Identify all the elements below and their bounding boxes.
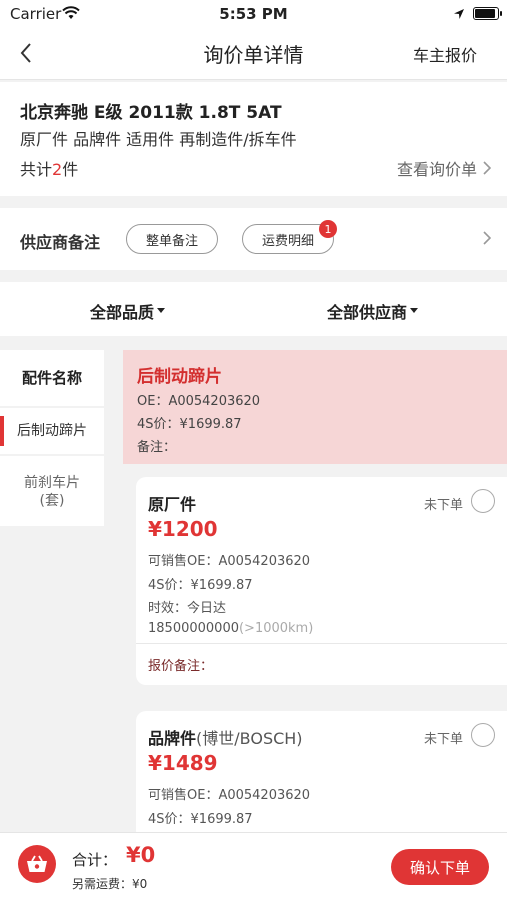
part-4s-price: 4S价：¥1699.87 — [137, 417, 242, 432]
total-label: 合计： — [72, 851, 118, 869]
chevron-right-icon — [483, 230, 492, 249]
part-note: 备注： — [137, 440, 177, 455]
supplier-filter-label: 全部供应商 — [327, 303, 408, 322]
supplier-filter[interactable]: 全部供应商 — [327, 299, 419, 323]
supplier-remarks-row[interactable]: 供应商备注 整单备注 运费明细 — [0, 208, 507, 270]
offer-oe: 可销售OE：A0054203620 — [148, 788, 311, 803]
offer-select-radio[interactable] — [471, 723, 495, 747]
offer-price: ¥1200 — [148, 517, 218, 541]
total-suffix: 件 — [62, 160, 79, 179]
part-oe: OE：A0054203620 — [137, 394, 261, 409]
quality-filter[interactable]: 全部品质 — [90, 299, 166, 323]
sidebar-header: 配件名称 — [0, 350, 104, 406]
offer-distance: (>1000km) — [238, 621, 314, 636]
offer-timing: 时效：今日达 — [148, 601, 227, 616]
total-value: ¥0 — [126, 843, 156, 867]
offer-card[interactable]: 原厂件 未下单 ¥1200 可销售OE：A0054203620 4S价：¥169… — [136, 477, 507, 685]
filter-row: 全部品质 全部供应商 — [0, 282, 507, 336]
part-types: 原厂件 品牌件 适用件 再制造件/拆车件 — [20, 130, 297, 149]
divider — [136, 643, 507, 644]
offer-4s-price: 4S价：¥1699.87 — [148, 578, 253, 593]
part-header: 后制动蹄片 OE：A0054203620 4S价：¥1699.87 备注： — [123, 350, 507, 464]
parts-sidebar: 配件名称 后制动蹄片 前刹车片 (套) — [0, 350, 104, 528]
offer-oe: 可销售OE：A0054203620 — [148, 554, 311, 569]
quality-filter-label: 全部品质 — [90, 303, 155, 322]
sidebar-item-label: 后制动蹄片 — [17, 423, 87, 439]
offer-phone: 18500000000(>1000km) — [148, 621, 314, 636]
offer-select-radio[interactable] — [471, 489, 495, 513]
caret-down-icon — [410, 308, 419, 313]
clock: 5:53 PM — [219, 5, 288, 23]
offer-title: 品牌件(博世/BOSCH) — [148, 729, 303, 748]
offer-title: 原厂件 — [148, 495, 197, 514]
chevron-left-icon — [20, 43, 31, 63]
view-inquiry-link[interactable]: 查看询价单 — [397, 156, 491, 180]
order-note-button[interactable]: 整单备注 — [126, 224, 218, 254]
part-name: 后制动蹄片 — [137, 367, 222, 387]
car-model: 北京奔驰 E级 2011款 1.8T 5AT — [20, 103, 282, 123]
parts-total: 共计2件 — [20, 156, 78, 180]
sidebar-item-rear-brake-shoe[interactable]: 后制动蹄片 — [0, 408, 104, 454]
basket-icon[interactable] — [18, 845, 56, 883]
status-bar: Carrier 5:53 PM — [0, 0, 507, 28]
back-button[interactable] — [12, 38, 42, 68]
offer-4s-price: 4S价：¥1699.87 — [148, 812, 253, 827]
navigation-bar: 询价单详情 车主报价 — [0, 28, 507, 80]
sidebar-item-sublabel: (套) — [39, 493, 65, 509]
supplier-remarks-label: 供应商备注 — [20, 233, 101, 252]
offer-card[interactable]: 品牌件(博世/BOSCH) 未下单 ¥1489 可销售OE：A005420362… — [136, 711, 507, 841]
confirm-order-button[interactable]: 确认下单 — [391, 849, 489, 885]
total-prefix: 共计 — [20, 160, 53, 179]
sidebar-item-label: 前刹车片 — [24, 475, 80, 491]
freight-badge: 1 — [319, 220, 337, 238]
battery-icon — [473, 7, 502, 20]
total-count: 2 — [52, 160, 63, 179]
owner-quote-button[interactable]: 车主报价 — [413, 42, 477, 66]
view-inquiry-label: 查看询价单 — [396, 160, 477, 179]
offer-price: ¥1489 — [148, 751, 218, 775]
sidebar-item-front-brake-pad[interactable]: 前刹车片 (套) — [0, 456, 104, 526]
bottom-bar: 合计： ¥0 另需运费：¥0 确认下单 — [0, 832, 507, 900]
offer-brand: (博世/BOSCH) — [196, 729, 303, 748]
car-info-card: 北京奔驰 E级 2011款 1.8T 5AT 原厂件 品牌件 适用件 再制造件/… — [0, 82, 507, 196]
offer-quote-note: 报价备注： — [148, 659, 214, 674]
extra-freight: 另需运费：¥0 — [72, 877, 148, 891]
chevron-right-icon — [483, 161, 491, 175]
offer-status: 未下单 — [423, 498, 463, 513]
offer-status: 未下单 — [423, 732, 463, 747]
location-arrow-icon — [453, 6, 465, 24]
caret-down-icon — [157, 308, 166, 313]
